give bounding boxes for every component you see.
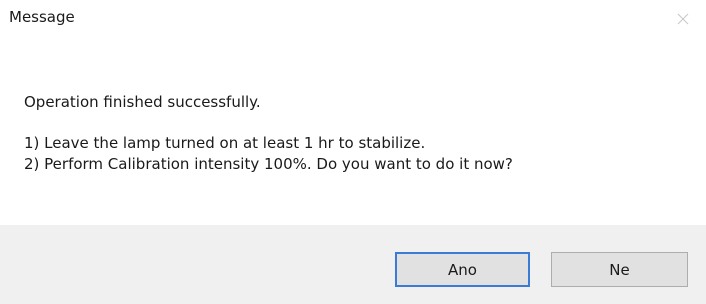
no-button[interactable]: Ne <box>551 252 688 287</box>
title-bar: Message <box>0 0 706 38</box>
message-line-2: 2) Perform Calibration intensity 100%. D… <box>24 155 513 173</box>
close-button[interactable] <box>660 0 706 38</box>
button-footer: Ano Ne <box>0 225 706 304</box>
message-line-1: 1) Leave the lamp turned on at least 1 h… <box>24 134 426 152</box>
message-dialog: Message Operation finished successfully.… <box>0 0 706 304</box>
close-icon <box>677 13 689 25</box>
message-content: Operation finished successfully. 1) Leav… <box>24 92 513 175</box>
window-title: Message <box>9 8 75 26</box>
yes-button[interactable]: Ano <box>395 252 530 287</box>
main-instruction: Operation finished successfully. <box>24 93 261 111</box>
